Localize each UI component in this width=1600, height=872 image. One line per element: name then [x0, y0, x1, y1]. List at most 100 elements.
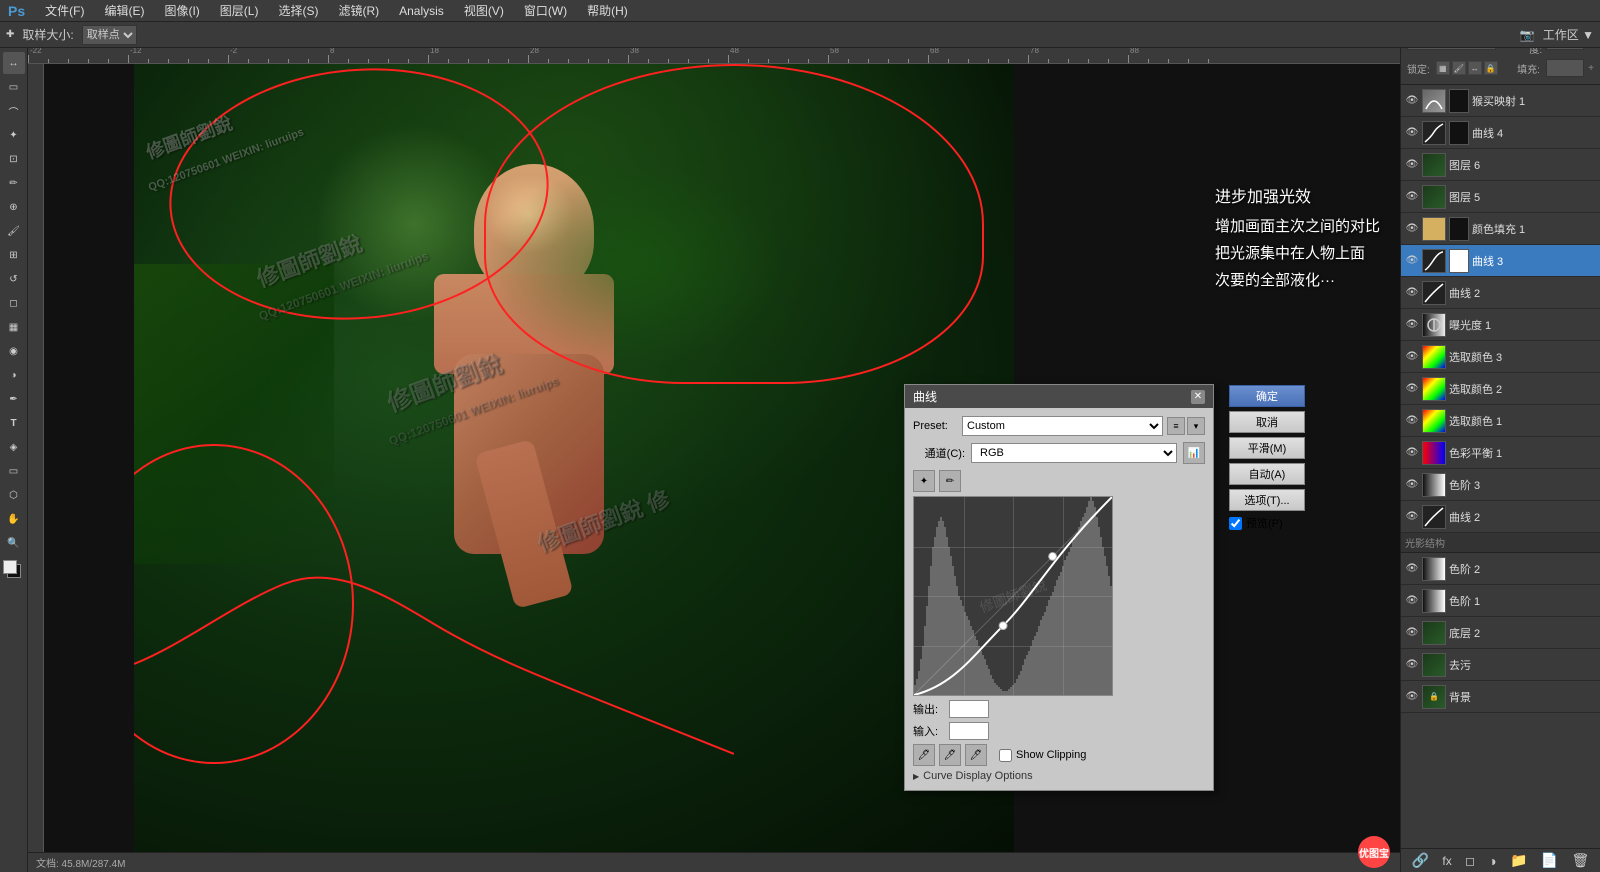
crop-tool[interactable]: ⊡	[3, 148, 25, 170]
layer-item[interactable]: 👁 曲线 2	[1401, 501, 1600, 533]
brush-tool[interactable]: 🖌	[3, 220, 25, 242]
channel-select[interactable]: RGB	[971, 443, 1177, 463]
eraser-tool[interactable]: ◻	[3, 292, 25, 314]
input-value[interactable]	[949, 722, 989, 740]
curves-ok-button[interactable]: 确定	[1229, 385, 1305, 407]
menu-window[interactable]: 窗口(W)	[520, 2, 571, 19]
preset-select[interactable]: Custom	[962, 416, 1163, 436]
3d-tool[interactable]: ⬡	[3, 484, 25, 506]
history-brush[interactable]: ↺	[3, 268, 25, 290]
point-tool[interactable]: ✦	[913, 470, 935, 492]
new-adjustment-icon[interactable]: ◑	[1488, 853, 1496, 869]
layer-visibility-toggle[interactable]: 👁	[1405, 414, 1419, 428]
output-value[interactable]	[949, 700, 989, 718]
layer-item[interactable]: 👁 色阶 3	[1401, 469, 1600, 501]
path-select-tool[interactable]: ◈	[3, 436, 25, 458]
pencil-tool[interactable]: ✏	[939, 470, 961, 492]
preview-checkbox[interactable]	[1229, 517, 1242, 530]
gradient-tool[interactable]: ▦	[3, 316, 25, 338]
layer-visibility-toggle[interactable]: 👁	[1405, 690, 1419, 704]
layer-visibility-toggle[interactable]: 👁	[1405, 318, 1419, 332]
menu-analysis[interactable]: Analysis	[395, 4, 448, 18]
layer-visibility-toggle[interactable]: 👁	[1405, 158, 1419, 172]
layer-visibility-toggle[interactable]: 👁	[1405, 126, 1419, 140]
menu-image[interactable]: 图像(I)	[160, 2, 203, 19]
layer-visibility-toggle[interactable]: 👁	[1405, 478, 1419, 492]
preset-load-icon[interactable]: ▾	[1187, 417, 1205, 435]
preset-save-icon[interactable]: ≡	[1167, 417, 1185, 435]
menu-select[interactable]: 选择(S)	[274, 2, 322, 19]
curve-display-options[interactable]: ▶ Curve Display Options	[913, 770, 1205, 782]
layer-visibility-toggle[interactable]: 👁	[1405, 594, 1419, 608]
shape-tool[interactable]: ▭	[3, 460, 25, 482]
menu-view[interactable]: 视图(V)	[460, 2, 508, 19]
menu-file[interactable]: 文件(F)	[41, 2, 88, 19]
layer-visibility-toggle[interactable]: 👁	[1405, 562, 1419, 576]
layer-item[interactable]: 👁 色阶 2	[1401, 553, 1600, 585]
heal-tool[interactable]: ⊕	[3, 196, 25, 218]
link-layers-icon[interactable]: 🔗	[1412, 852, 1429, 869]
layer-item-selected[interactable]: 👁 曲线 3	[1401, 245, 1600, 277]
lock-transparent[interactable]: ▦	[1436, 61, 1450, 75]
layer-visibility-toggle[interactable]: 👁	[1405, 286, 1419, 300]
layer-item[interactable]: 👁 选取颜色 3	[1401, 341, 1600, 373]
layer-item[interactable]: 👁 去污	[1401, 649, 1600, 681]
layer-item[interactable]: 👁 图层 6	[1401, 149, 1600, 181]
blur-tool[interactable]: ◉	[3, 340, 25, 362]
layer-item[interactable]: 👁 选取颜色 1	[1401, 405, 1600, 437]
curves-options-button[interactable]: 选项(T)...	[1229, 489, 1305, 511]
layer-item[interactable]: 👁 曲线 2	[1401, 277, 1600, 309]
layer-item[interactable]: 👁 选取颜色 2	[1401, 373, 1600, 405]
layer-item-background[interactable]: 👁 🔒 背景	[1401, 681, 1600, 713]
lasso-tool[interactable]: ⌒	[3, 100, 25, 122]
lock-all[interactable]: 🔒	[1484, 61, 1498, 75]
add-mask-icon[interactable]: ◻	[1465, 854, 1475, 868]
gray-point-eyedropper[interactable]: 🖊	[939, 744, 961, 766]
curves-cancel-button[interactable]: 取消	[1229, 411, 1305, 433]
foreground-background-colors[interactable]	[3, 560, 25, 582]
fill-input[interactable]: 100%	[1546, 59, 1584, 77]
new-layer-icon[interactable]: 📄	[1541, 852, 1558, 869]
white-point-eyedropper[interactable]: 🖊	[965, 744, 987, 766]
layer-item[interactable]: 👁 曲线 4	[1401, 117, 1600, 149]
curve-graph[interactable]: 修圖師劉銳	[913, 496, 1113, 696]
lock-image[interactable]: 🖌	[1452, 61, 1466, 75]
quick-select-tool[interactable]: ✦	[3, 124, 25, 146]
curves-close-button[interactable]: ✕	[1191, 390, 1205, 404]
add-style-icon[interactable]: fx	[1442, 854, 1451, 868]
layer-visibility-toggle[interactable]: 👁	[1405, 658, 1419, 672]
pen-tool[interactable]: ✒	[3, 388, 25, 410]
layer-visibility-toggle[interactable]: 👁	[1405, 94, 1419, 108]
workspace-label[interactable]: 工作区 ▼	[1543, 26, 1594, 43]
black-point-eyedropper[interactable]: 🖊	[913, 744, 935, 766]
menu-help[interactable]: 帮助(H)	[583, 2, 632, 19]
curves-smooth-button[interactable]: 平滑(M)	[1229, 437, 1305, 459]
layer-item[interactable]: 👁 颜色填充 1	[1401, 213, 1600, 245]
marquee-tool[interactable]: ▭	[3, 76, 25, 98]
layer-visibility-toggle[interactable]: 👁	[1405, 510, 1419, 524]
move-tool[interactable]: ↔	[3, 52, 25, 74]
hand-tool[interactable]: ✋	[3, 508, 25, 530]
layer-item[interactable]: 👁 色彩平衡 1	[1401, 437, 1600, 469]
menu-edit[interactable]: 编辑(E)	[100, 2, 148, 19]
layer-item[interactable]: 👁 图层 5	[1401, 181, 1600, 213]
layer-item[interactable]: 👁 色阶 1	[1401, 585, 1600, 617]
text-tool[interactable]: T	[3, 412, 25, 434]
zoom-tool[interactable]: 🔍	[3, 532, 25, 554]
layer-visibility-toggle[interactable]: 👁	[1405, 350, 1419, 364]
layer-item[interactable]: 👁 底层 2	[1401, 617, 1600, 649]
layer-visibility-toggle[interactable]: 👁	[1405, 626, 1419, 640]
menu-filter[interactable]: 滤镜(R)	[334, 2, 383, 19]
lock-position[interactable]: ↔	[1468, 61, 1482, 75]
channel-curve-icon[interactable]: 📊	[1183, 442, 1205, 464]
layer-visibility-toggle[interactable]: 👁	[1405, 254, 1419, 268]
layer-visibility-toggle[interactable]: 👁	[1405, 190, 1419, 204]
canvas-area[interactable]: 修圖師劉銳 QQ:120750601 WEIXIN: liuruips 修圖師劉…	[44, 64, 1400, 852]
delete-layer-icon[interactable]: 🗑	[1572, 852, 1590, 869]
menu-layer[interactable]: 图层(L)	[216, 2, 263, 19]
eyedropper-tool[interactable]: ✏	[3, 172, 25, 194]
layer-item[interactable]: 👁 猴买映射 1	[1401, 85, 1600, 117]
dodge-tool[interactable]: ◑	[3, 364, 25, 386]
curves-auto-button[interactable]: 自动(A)	[1229, 463, 1305, 485]
show-clipping-checkbox[interactable]	[999, 749, 1012, 762]
